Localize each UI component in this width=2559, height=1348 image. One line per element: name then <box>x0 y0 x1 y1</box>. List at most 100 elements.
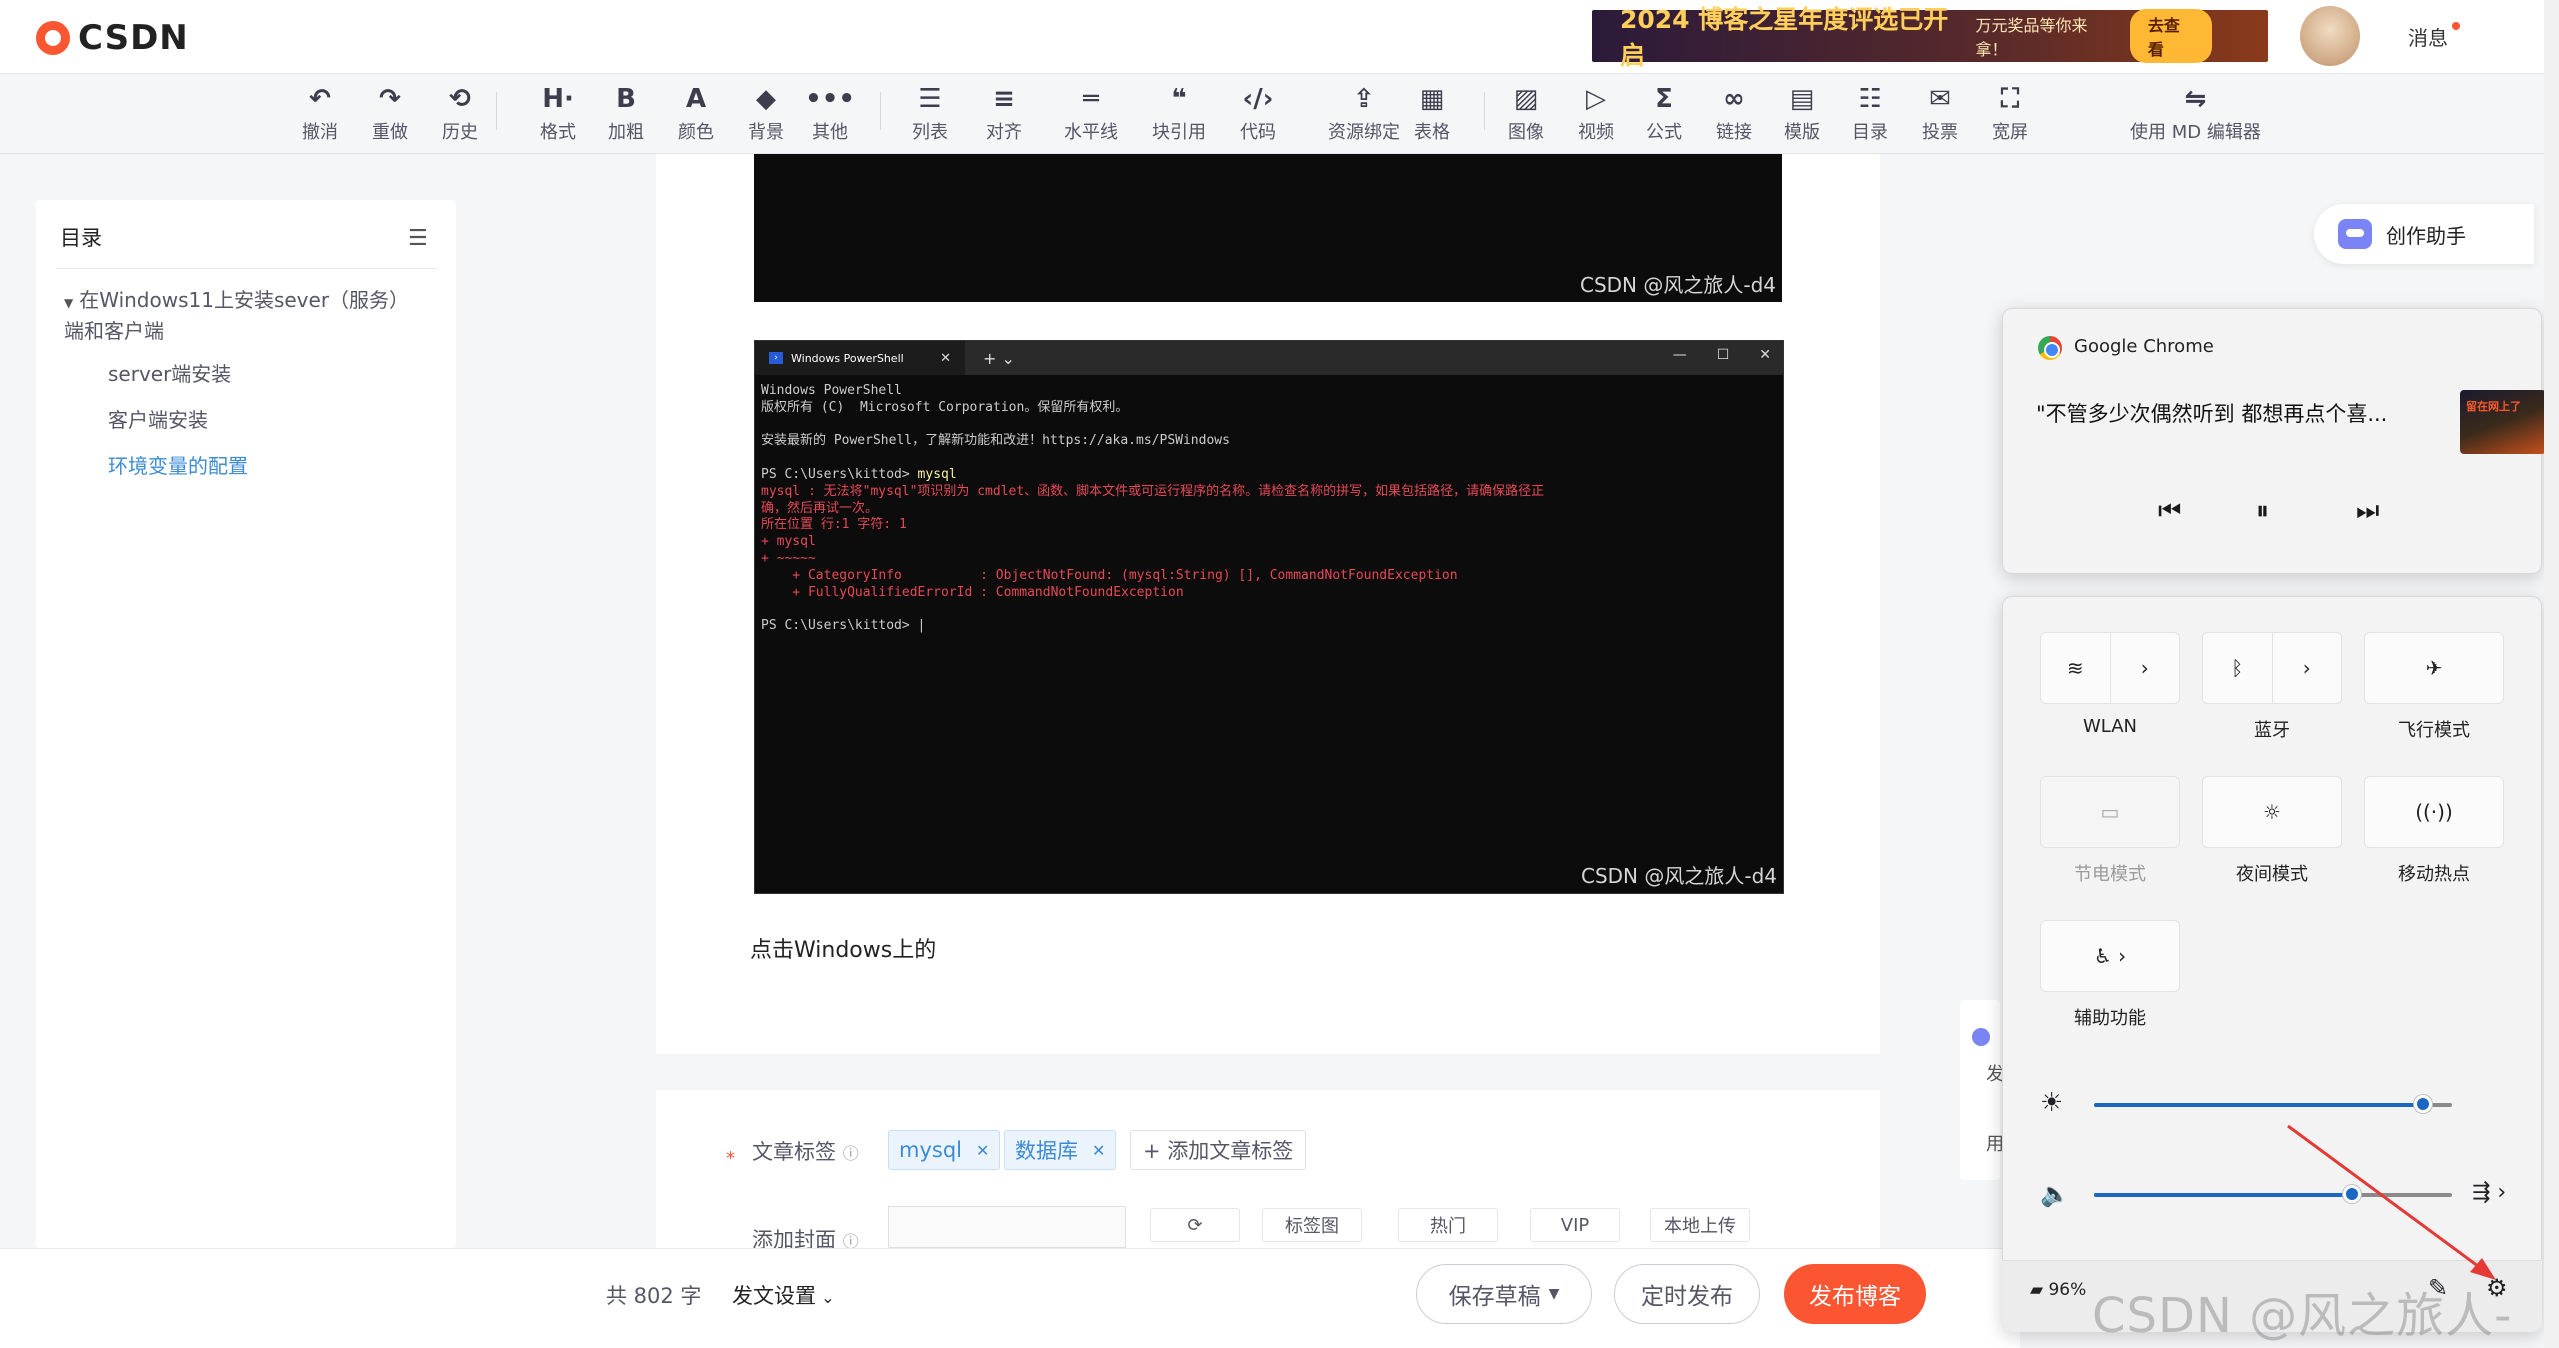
close-icon: ✕ <box>940 350 951 366</box>
toolbar-label: 视频 <box>1578 122 1614 143</box>
promo-banner[interactable]: 2024 博客之星年度评选已开启 万元奖品等你来拿！ 去查看 <box>1592 5 2268 70</box>
tag-chip[interactable]: mysql ✕ <box>888 1130 1001 1170</box>
page-scrollbar[interactable] <box>2544 0 2559 1348</box>
toolbar-icon: ⛶ <box>2000 83 2020 114</box>
chevron-right-icon[interactable]: › <box>2111 633 2180 703</box>
publish-button[interactable]: 发布博客 <box>1784 1264 1926 1324</box>
toolbar-item[interactable]: ☰ 列表 <box>912 84 948 144</box>
powershell-icon: › <box>769 352 783 364</box>
toolbar-item[interactable]: ▤ 模版 <box>1784 84 1820 144</box>
toolbar-item[interactable]: ═ 水平线 <box>1064 84 1118 144</box>
save-draft-button[interactable]: 保存草稿 ▼ <box>1416 1264 1592 1324</box>
toolbar-icon: ••• <box>805 84 855 114</box>
tile-label: 移动热点 <box>2398 864 2470 885</box>
toolbar-item[interactable]: ↷ 重做 <box>372 84 408 144</box>
tile-label: 飞行模式 <box>2398 720 2470 741</box>
toolbar-item[interactable]: B 加粗 <box>608 84 644 144</box>
toc-item-server[interactable]: server端安装 <box>108 358 231 387</box>
toolbar-item[interactable]: ≡ 对齐 <box>986 84 1022 144</box>
night-light-icon: ☼ <box>2263 800 2281 824</box>
chevron-down-icon: ⌄ <box>816 1288 835 1307</box>
toolbar-item[interactable]: ▨ 图像 <box>1508 84 1544 144</box>
caret-down-icon[interactable]: ▼ <box>64 296 73 310</box>
toolbar-label: 投票 <box>1922 122 1958 143</box>
console-line: 确，然后再试一次。 <box>761 500 879 516</box>
toolbar-item[interactable]: ••• 其他 <box>805 84 855 144</box>
toolbar-item[interactable]: ◆ 背景 <box>748 84 784 144</box>
toolbar-item[interactable]: Σ 公式 <box>1646 84 1682 144</box>
toolbar-icon: ‹/› <box>1242 84 1274 114</box>
toolbar-item[interactable]: ↶ 撤消 <box>302 84 338 144</box>
toolbar-label: 宽屏 <box>1992 122 2028 143</box>
creation-helper-button[interactable]: 创作助手 <box>2314 204 2534 264</box>
media-title: "不管多少次偶然听到 都想再点个喜... <box>2036 402 2388 426</box>
toolbar-item[interactable]: ▷ 视频 <box>1578 84 1614 144</box>
airplane-tile[interactable]: ✈ <box>2364 632 2504 704</box>
cover-thumbnail[interactable] <box>888 1206 1126 1248</box>
cover-option[interactable]: VIP <box>1530 1208 1620 1242</box>
pause-icon[interactable]: ⏸ <box>2256 496 2269 527</box>
chrome-icon <box>2038 336 2062 360</box>
toc-item-h1[interactable]: ▼ 在Windows11上安装sever（服务）端和客户端 <box>64 286 424 345</box>
toolbar-item[interactable]: ⇪ 资源绑定 <box>1328 84 1400 144</box>
battery-percent: 96% <box>2048 1280 2087 1300</box>
volume-slider-thumb[interactable] <box>2343 1185 2361 1203</box>
bluetooth-tile[interactable]: ᛒ › <box>2202 632 2342 704</box>
toolbar-item[interactable]: ∞ 链接 <box>1716 84 1752 144</box>
brightness-slider-thumb[interactable] <box>2414 1095 2432 1113</box>
csdn-logo[interactable]: CSDN <box>36 18 189 58</box>
toolbar-item[interactable]: A 颜色 <box>678 84 714 144</box>
refresh-icon: ⟳ <box>1187 1214 1203 1236</box>
paragraph-text[interactable]: 点击Windows上的 <box>750 932 936 964</box>
schedule-publish-button[interactable]: 定时发布 <box>1614 1264 1760 1324</box>
cover-option[interactable]: 标签图 <box>1262 1208 1362 1242</box>
toolbar-item[interactable]: ✉ 投票 <box>1922 84 1958 144</box>
next-track-icon[interactable]: ⏭ <box>2356 496 2379 527</box>
close-icon[interactable]: ✕ <box>1092 1141 1105 1160</box>
wifi-icon[interactable]: ≋ <box>2041 633 2111 703</box>
hotspot-tile[interactable]: ((·)) <box>2364 776 2504 848</box>
battery-saver-tile[interactable]: ▭ <box>2040 776 2180 848</box>
battery-status[interactable]: ▰ 96% <box>2030 1280 2086 1300</box>
toolbar-item[interactable]: ‹/› 代码 <box>1240 84 1276 144</box>
accessibility-tile[interactable]: ♿ › <box>2040 920 2180 992</box>
bluetooth-icon[interactable]: ᛒ <box>2203 633 2273 703</box>
toolbar-icon: ☷ <box>1858 84 1882 114</box>
toc-item-client[interactable]: 客户端安装 <box>108 404 208 433</box>
audio-output-icon[interactable]: ⇶ › <box>2472 1180 2506 1205</box>
messages-link[interactable]: 消息 <box>2408 22 2448 51</box>
toolbar-item[interactable]: ▦ 表格 <box>1414 84 1450 144</box>
avatar[interactable] <box>2300 6 2360 66</box>
cover-option[interactable]: 本地上传 <box>1650 1208 1750 1242</box>
toc-item-env[interactable]: 环境变量的配置 <box>108 450 248 479</box>
tag-chip[interactable]: 数据库 ✕ <box>1004 1130 1117 1170</box>
close-icon[interactable]: ✕ <box>976 1141 989 1160</box>
previous-track-icon[interactable]: ⏮ <box>2158 496 2181 527</box>
toc-divider <box>56 268 436 269</box>
chevron-right-icon[interactable]: › <box>2273 633 2342 703</box>
screenshot-image-1[interactable]: CSDN @风之旅人-d4 <box>754 154 1782 302</box>
accessibility-icon: ♿ › <box>2093 944 2127 968</box>
toolbar-item[interactable]: ⛶ 宽屏 <box>1992 84 2028 144</box>
airplane-icon: ✈ <box>2425 656 2443 680</box>
refresh-cover-button[interactable]: ⟳ <box>1150 1208 1240 1242</box>
banner-button[interactable]: 去查看 <box>2129 9 2213 63</box>
publish-settings-dropdown[interactable]: 发文设置 ⌄ <box>732 1280 835 1310</box>
toolbar-label: 对齐 <box>986 122 1022 143</box>
toolbar-item[interactable]: ❝ 块引用 <box>1152 84 1206 144</box>
add-tag-button[interactable]: + 添加文章标签 <box>1130 1130 1307 1170</box>
toolbar-item[interactable]: H· 格式 <box>540 84 576 144</box>
cover-option[interactable]: 热门 <box>1398 1208 1498 1242</box>
toolbar-item[interactable]: ☷ 目录 <box>1852 84 1888 144</box>
toolbar-icon: A <box>685 84 707 114</box>
toc-collapse-icon[interactable]: ☰ <box>408 226 428 251</box>
volume-fill <box>2094 1193 2352 1197</box>
night-light-tile[interactable]: ☼ <box>2202 776 2342 848</box>
help-icon[interactable]: ⓘ <box>843 1144 859 1163</box>
toolbar-item[interactable]: ⇋ 使用 MD 编辑器 <box>2130 84 2261 144</box>
wlan-tile[interactable]: ≋ › <box>2040 632 2180 704</box>
volume-icon[interactable]: 🔈 <box>2040 1180 2070 1208</box>
powershell-screenshot[interactable]: › Windows PowerShell ✕ + ⌄ — ☐ ✕ Windows P… <box>754 340 1784 894</box>
toc-h1-label: 在Windows11上安装sever（服务）端和客户端 <box>64 288 410 343</box>
toolbar-item[interactable]: ⟲ 历史 <box>442 84 478 144</box>
